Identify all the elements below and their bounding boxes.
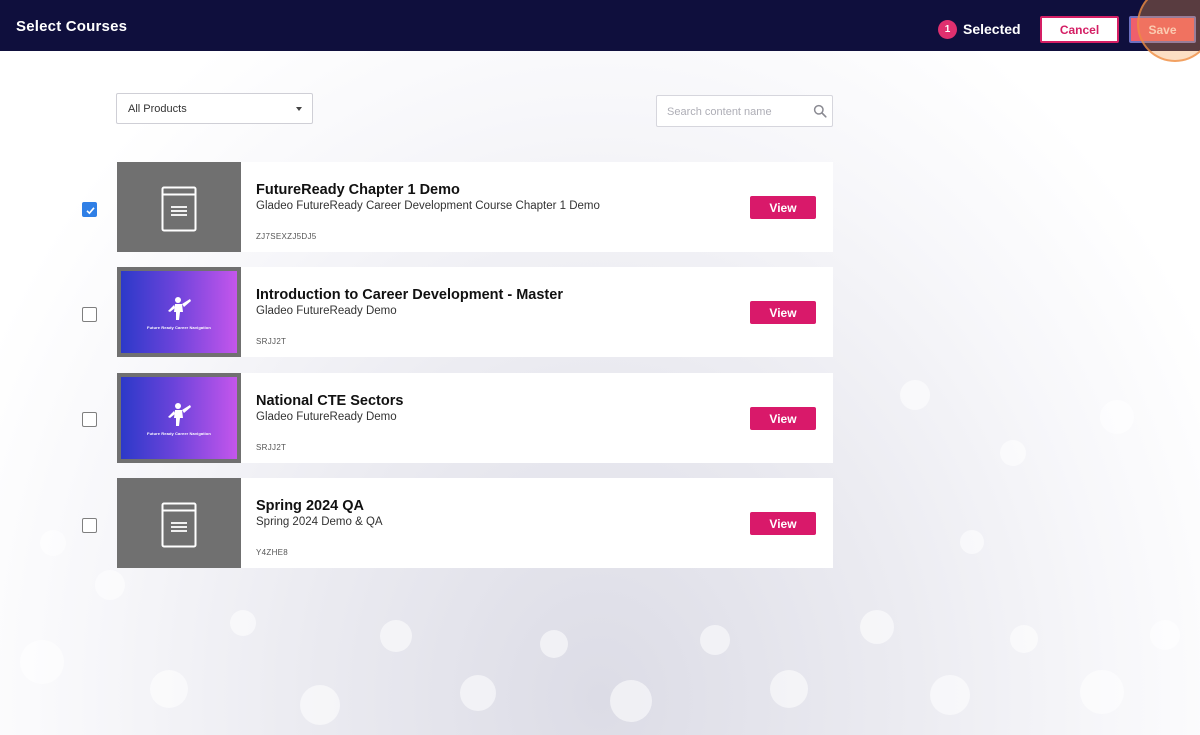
- course-row: Future Ready Career Navigation National …: [117, 373, 833, 463]
- page-title: Select Courses: [16, 18, 128, 35]
- course-checkbox[interactable]: [82, 518, 97, 533]
- course-title: FutureReady Chapter 1 Demo: [256, 182, 460, 198]
- course-title: Spring 2024 QA: [256, 498, 364, 514]
- cover-caption: Future Ready Career Navigation: [147, 431, 211, 436]
- view-button[interactable]: View: [750, 407, 816, 430]
- course-thumbnail: Future Ready Career Navigation: [117, 267, 241, 357]
- course-code: SRJJ2T: [256, 337, 287, 346]
- view-button[interactable]: View: [750, 196, 816, 219]
- save-button[interactable]: Save: [1129, 16, 1196, 43]
- check-icon: [86, 207, 95, 215]
- cancel-button[interactable]: Cancel: [1040, 16, 1119, 43]
- view-button[interactable]: View: [750, 301, 816, 324]
- search-input[interactable]: [667, 103, 807, 121]
- course-checkbox[interactable]: [82, 412, 97, 427]
- course-title: Introduction to Career Development - Mas…: [256, 287, 563, 303]
- course-thumbnail: [117, 162, 241, 252]
- course-code: Y4ZHE8: [256, 548, 289, 557]
- search-icon[interactable]: [813, 104, 827, 118]
- caret-down-icon: [296, 107, 302, 111]
- product-filter-value: All Products: [128, 103, 187, 115]
- course-checkbox[interactable]: [82, 202, 97, 217]
- course-row: FutureReady Chapter 1 Demo Gladeo Future…: [117, 162, 833, 252]
- document-icon: [161, 502, 197, 548]
- course-code: ZJ7SEXZJ5DJ5: [256, 232, 317, 241]
- course-row: Future Ready Career Navigation Introduct…: [117, 267, 833, 357]
- selected-label: Selected: [963, 21, 1021, 37]
- hero-figure-icon: [168, 403, 191, 426]
- course-checkbox[interactable]: [82, 307, 97, 322]
- product-filter-dropdown[interactable]: All Products: [116, 93, 313, 124]
- course-title: National CTE Sectors: [256, 393, 404, 409]
- selected-count-badge: 1: [938, 20, 957, 39]
- course-thumbnail: Future Ready Career Navigation: [117, 373, 241, 463]
- course-subtitle: Gladeo FutureReady Career Development Co…: [256, 200, 600, 212]
- cover-image: Future Ready Career Navigation: [121, 271, 237, 353]
- course-subtitle: Gladeo FutureReady Demo: [256, 411, 397, 423]
- course-row: Spring 2024 QA Spring 2024 Demo & QA Y4Z…: [117, 478, 833, 568]
- hero-figure-icon: [168, 297, 191, 320]
- cover-caption: Future Ready Career Navigation: [147, 325, 211, 330]
- course-subtitle: Gladeo FutureReady Demo: [256, 305, 397, 317]
- course-code: SRJJ2T: [256, 443, 287, 452]
- search-box[interactable]: [656, 95, 833, 127]
- course-subtitle: Spring 2024 Demo & QA: [256, 516, 383, 528]
- cover-image: Future Ready Career Navigation: [121, 377, 237, 459]
- course-thumbnail: [117, 478, 241, 568]
- top-bar: Select Courses 1 Selected Cancel Save: [0, 0, 1200, 51]
- document-icon: [161, 186, 197, 232]
- view-button[interactable]: View: [750, 512, 816, 535]
